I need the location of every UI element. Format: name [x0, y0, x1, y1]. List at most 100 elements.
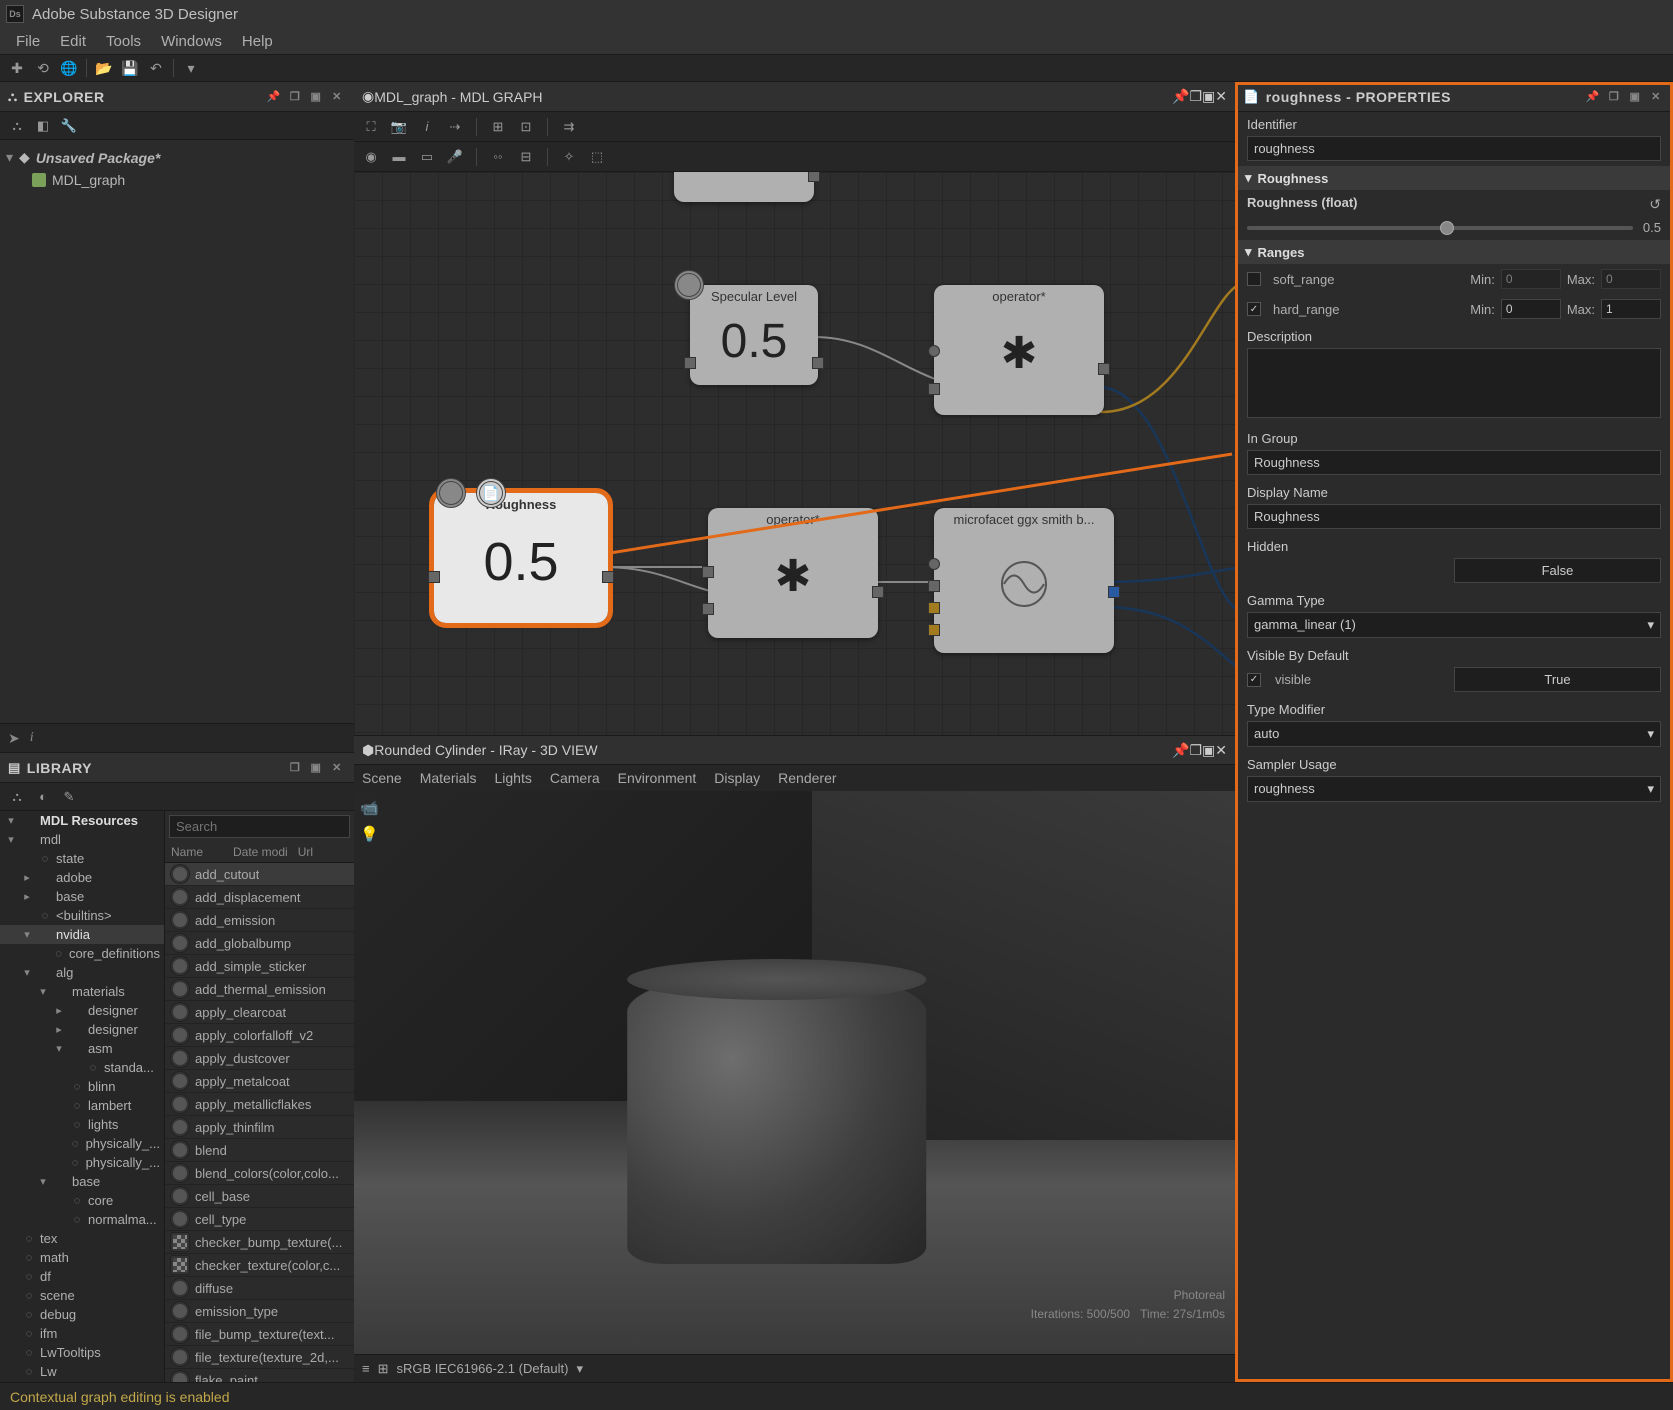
view3d-footer-icon1[interactable]: ≡ — [362, 1361, 370, 1376]
menu-edit[interactable]: Edit — [50, 30, 96, 53]
library-tree-item[interactable]: ◌LwTooltips — [0, 1343, 164, 1362]
view3d-menu-display[interactable]: Display — [714, 770, 760, 786]
explorer-graph-row[interactable]: MDL_graph — [4, 169, 350, 191]
props-window-icon[interactable]: ❐ — [1605, 88, 1623, 106]
explorer-tool3-icon[interactable]: 🔧 — [58, 115, 80, 137]
library-tree-item[interactable]: ◌tex — [0, 1229, 164, 1248]
graph-tool-fit-icon[interactable]: ⛶ — [360, 116, 382, 138]
library-tree-item[interactable]: ▾alg — [0, 963, 164, 982]
view3d-menu-renderer[interactable]: Renderer — [778, 770, 836, 786]
library-tree-item[interactable]: ◌physically_... — [0, 1134, 164, 1153]
window-icon[interactable]: ❐ — [286, 88, 304, 106]
library-list-item[interactable]: add_cutout — [165, 863, 354, 886]
library-window-icon[interactable]: ❐ — [286, 759, 304, 777]
tool-link-icon[interactable]: ⟲ — [32, 57, 54, 79]
library-tree-item[interactable]: ◌debug — [0, 1305, 164, 1324]
port-out[interactable] — [872, 586, 884, 598]
graph-tool-snap-icon[interactable]: ⊡ — [515, 116, 537, 138]
port-in-2[interactable] — [702, 603, 714, 615]
library-list-item[interactable]: apply_metallicflakes — [165, 1093, 354, 1116]
library-tree-item[interactable]: ◌df — [0, 1267, 164, 1286]
library-tree-item[interactable]: ▾base — [0, 1172, 164, 1191]
props-pin-icon[interactable]: 📌 — [1584, 88, 1602, 106]
hard-range-checkbox[interactable] — [1247, 302, 1261, 316]
graph-t2-4-icon[interactable]: 🎤 — [444, 146, 466, 168]
view3d-menu-lights[interactable]: Lights — [495, 770, 532, 786]
graph-tool-grid-icon[interactable]: ⊞ — [487, 116, 509, 138]
gamma-select[interactable]: gamma_linear (1)▾ — [1247, 612, 1661, 638]
graph-tool-camera-icon[interactable]: 📷 — [388, 116, 410, 138]
graph-t2-1-icon[interactable]: ◉ — [360, 146, 382, 168]
library-tree-item[interactable]: ◌state — [0, 849, 164, 868]
tool-globe-icon[interactable]: 🌐 — [58, 57, 80, 79]
graph-canvas[interactable]: Specular Level 0.5 operator* ✱ 📄 Roughne… — [354, 172, 1235, 735]
library-list-item[interactable]: file_texture(texture_2d,... — [165, 1346, 354, 1369]
port-in-1[interactable] — [928, 558, 940, 570]
port-in-3[interactable] — [928, 602, 940, 614]
port-out[interactable] — [1108, 586, 1120, 598]
visible-checkbox[interactable] — [1247, 673, 1261, 687]
library-tree-item[interactable]: ◌LwBase — [0, 1381, 164, 1382]
attrib-section-head[interactable]: ▾ Roughness — [1235, 166, 1673, 190]
graph-t2-6-icon[interactable]: ⊟ — [515, 146, 537, 168]
tool-new-icon[interactable]: ✚ — [6, 57, 28, 79]
library-tree-item[interactable]: ◌blinn — [0, 1077, 164, 1096]
maximize-icon[interactable]: ▣ — [307, 88, 325, 106]
close-icon[interactable]: ✕ — [328, 88, 346, 106]
info-i-icon[interactable]: i — [30, 730, 34, 746]
library-list-item[interactable]: diffuse — [165, 1277, 354, 1300]
pin-icon[interactable]: 📌 — [265, 88, 283, 106]
node-operator-2[interactable]: operator* ✱ — [708, 508, 878, 638]
port-in-4[interactable] — [928, 624, 940, 636]
node-microfacet[interactable]: microfacet ggx smith b... — [934, 508, 1114, 653]
node-operator-1[interactable]: operator* ✱ — [934, 285, 1104, 415]
type-modifier-select[interactable]: auto▾ — [1247, 721, 1661, 747]
explorer-tool1-icon[interactable]: ⛬ — [6, 115, 28, 137]
graph-t2-7-icon[interactable]: ✧ — [558, 146, 580, 168]
library-maximize-icon[interactable]: ▣ — [307, 759, 325, 777]
graph-t2-8-icon[interactable]: ⬚ — [586, 146, 608, 168]
menu-file[interactable]: File — [6, 30, 50, 53]
library-tool3-icon[interactable]: ✎ — [58, 786, 80, 808]
library-list-item[interactable]: cell_type — [165, 1208, 354, 1231]
library-list-item[interactable]: checker_texture(color,c... — [165, 1254, 354, 1277]
roughness-slider[interactable] — [1247, 226, 1633, 230]
col-date[interactable]: Date modi — [233, 845, 288, 859]
library-list-item[interactable]: emission_type — [165, 1300, 354, 1323]
library-list-item[interactable]: apply_thinfilm — [165, 1116, 354, 1139]
view3d-colorspace[interactable]: sRGB IEC61966-2.1 (Default) — [397, 1361, 569, 1376]
port-in-1[interactable] — [702, 566, 714, 578]
ranges-section-head[interactable]: ▾ Ranges — [1235, 240, 1673, 264]
library-list-item[interactable]: add_globalbump — [165, 932, 354, 955]
tool-undo-icon[interactable]: ↶ — [145, 57, 167, 79]
graph-t2-2-icon[interactable]: ▬ — [388, 146, 410, 168]
view3d-footer-dropdown-icon[interactable]: ▾ — [576, 1361, 583, 1377]
props-close-icon[interactable]: ✕ — [1647, 88, 1665, 106]
view3d-pin-icon[interactable]: 📌 — [1172, 742, 1189, 759]
library-tree[interactable]: ▾MDL Resources▾mdl◌state▸adobe▸base◌<bui… — [0, 811, 165, 1382]
port-out[interactable] — [1098, 363, 1110, 375]
library-search-input[interactable] — [169, 815, 350, 838]
graph-tool-arrow-icon[interactable]: ⇢ — [444, 116, 466, 138]
menu-tools[interactable]: Tools — [96, 30, 151, 53]
visible-button[interactable]: True — [1454, 667, 1661, 692]
port-in-2[interactable] — [928, 580, 940, 592]
library-tree-item[interactable]: ◌Lw — [0, 1362, 164, 1381]
port-out[interactable] — [602, 571, 614, 583]
graph-t2-5-icon[interactable]: ◦◦ — [487, 146, 509, 168]
view3d-menu-materials[interactable]: Materials — [420, 770, 477, 786]
tool-dropdown-icon[interactable]: ▾ — [180, 57, 202, 79]
hidden-button[interactable]: False — [1454, 558, 1661, 583]
port-out[interactable] — [812, 357, 824, 369]
library-tree-item[interactable]: ▸designer — [0, 1020, 164, 1039]
hard-max-input[interactable] — [1601, 299, 1661, 319]
library-list-item[interactable]: add_simple_sticker — [165, 955, 354, 978]
view3d-maximize-icon[interactable]: ▣ — [1202, 742, 1215, 759]
props-maximize-icon[interactable]: ▣ — [1626, 88, 1644, 106]
graph-pin-icon[interactable]: 📌 — [1172, 88, 1189, 105]
library-tree-item[interactable]: ▸designer — [0, 1001, 164, 1020]
identifier-input[interactable] — [1247, 136, 1661, 161]
view3d-footer-icon2[interactable]: ⊞ — [378, 1361, 389, 1377]
library-list-item[interactable]: add_thermal_emission — [165, 978, 354, 1001]
view3d-window-icon[interactable]: ❐ — [1189, 742, 1202, 759]
